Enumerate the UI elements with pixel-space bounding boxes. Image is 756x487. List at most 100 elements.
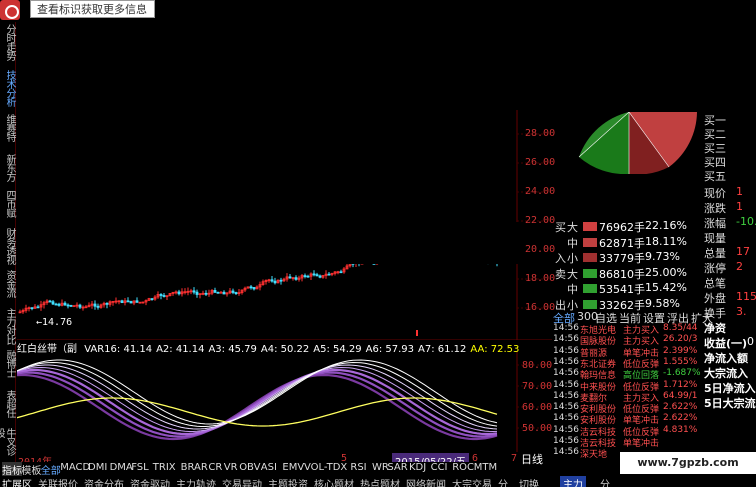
indicator-tick: 80.00 [522,360,553,371]
order-book-row: 卖大 86810手 25.00% [553,266,703,281]
indicator-tab-11[interactable]: OBV [239,462,260,473]
candle [285,273,289,282]
left-tab-1[interactable]: 技术分析 [1,70,15,106]
order-side: 买 [555,221,566,234]
bottom-right-tab-1[interactable]: 主力 [560,476,586,487]
candle [117,300,121,305]
left-tab-4[interactable]: 四币赋 [1,190,15,217]
list-item[interactable]: 14:56 国脉股份 主力买入 26.20/3 [553,334,703,345]
candle [138,301,142,304]
indicator-tab-0[interactable]: 指标 [2,462,22,477]
indicator-tab-12[interactable]: ASI [261,462,277,473]
price-tick: 26.00 [525,157,556,168]
bottom-tab-7[interactable]: 核心题材 [314,476,354,487]
list-item[interactable]: 14:56 普丽源 单笔冲击 2.399% [553,346,703,357]
left-tab-5[interactable]: 财务透视 [1,228,15,264]
list-name: 安利股份 [580,405,617,414]
bottom-tab-4[interactable]: 主力轨迹 [176,476,216,487]
bottom-tab-1[interactable]: 关联报价 [38,476,78,487]
indicator-tab-15[interactable]: RSI [350,462,366,473]
left-tab-6[interactable]: 资金流 [1,270,15,297]
list-type: 低位反弹 [623,359,660,368]
list-item[interactable]: 14:56 麦翻尔 主力买入 64.99/1 [553,391,703,402]
list-item[interactable]: 14:56 东北证券 低位反弹 1.555% [553,357,703,368]
indicator-tab-8[interactable]: BRAR [181,462,208,473]
bottom-tab-8[interactable]: 热点题材 [360,476,400,487]
order-volume: 86810手 [599,267,645,281]
left-tab-0[interactable]: 分时走势 [1,24,15,60]
indicator-tab-21[interactable]: MTM [474,462,497,473]
left-tab-7[interactable]: 主力对比 [1,308,15,344]
list-item[interactable]: 14:56 洁云科技 单笔冲击 [553,436,703,447]
order-level: 大 [567,267,578,281]
indicator-tab-17[interactable]: SAR [387,462,407,473]
bottom-tab-10[interactable]: 大宗交易 [452,476,492,487]
candle [318,274,322,279]
left-tab-3[interactable]: 新东方 [1,154,15,181]
indicator-tab-19[interactable]: CCI [431,462,448,473]
indicator-tab-bar: 指标 模板 全部 MACD DMI DMA FSL TRIX BRAR CR VR OBV ASI EMV… [0,462,553,477]
indicator-tab-18[interactable]: KDJ [409,462,426,473]
candle [174,290,178,295]
indicator-tab-5[interactable]: DMA [110,462,133,473]
bottom-right-tab-2[interactable]: 分 [600,476,610,487]
left-tab-2[interactable]: 维赛特 [1,114,15,141]
left-tab-10[interactable]: 牛叉诊股 [0,428,15,462]
indicator-tab-7[interactable]: TRIX [153,462,176,473]
candle [105,302,109,309]
list-value: 1.712% [663,379,698,390]
bottom-tab-2[interactable]: 资金分布 [84,476,124,487]
indicator-tab-3[interactable]: MACD [60,462,90,473]
order-swatch [583,222,597,231]
candle [63,301,67,306]
list-time: 14:56 [553,368,579,379]
indicator-tab-6[interactable]: FSL [131,462,149,473]
indicator-tab-4[interactable]: DMI [88,462,107,473]
order-book-row: 中 53541手 15.42% [553,281,703,296]
list-item[interactable]: 14:56 翰玛信息 高位回落 -1.687% [553,368,703,379]
order-volume: 62871手 [599,236,645,250]
list-item[interactable]: 14:56 洁云科技 低位反弹 4.831% [553,425,703,436]
indicator-tab-13[interactable]: EMV [282,462,304,473]
bottom-tab-5[interactable]: 交易异动 [222,476,262,487]
candle [228,288,232,295]
list-time: 14:56 [553,424,579,435]
watermark: www.7gpzb.com [620,452,756,474]
candle [297,275,301,282]
indicator-chart[interactable] [17,352,552,452]
indicator-tab-14[interactable]: VOL-TDX [304,462,347,473]
left-tab-9[interactable]: 表超任 [1,390,15,417]
indicator-tab-9[interactable]: CR [208,462,222,473]
bottom-right-tab-0[interactable]: 切换 [519,476,539,487]
list-type: 低位反弹 [623,427,660,436]
stat-label: 涨跌 [704,202,726,215]
bottom-tab-0[interactable]: 扩展区 [2,476,32,487]
app-logo[interactable] [0,0,20,20]
stat-label: 总笔 [704,277,726,290]
bottom-tab-6[interactable]: 主题投资 [268,476,308,487]
candle [183,288,187,295]
indicator-tab-20[interactable]: ROC [452,462,474,473]
indicator-tab-1[interactable]: 模板 [21,462,41,477]
period-label[interactable]: 日线 [521,451,543,467]
candle [135,297,139,303]
indicator-tab-2[interactable]: 全部 [41,462,61,477]
bottom-tab-9[interactable]: 网络新闻 [406,476,446,487]
candle [162,292,166,298]
order-percent: 9.73% [645,250,680,263]
list-item[interactable]: 14:56 中来股份 低位反弹 1.712% [553,380,703,391]
candle [159,293,163,300]
list-name: 中来股份 [580,382,617,391]
price-low-annotation: ←14.76 [36,317,73,328]
indicator-tab-16[interactable]: WR [372,462,389,473]
candle [219,290,223,294]
indicator-tab-10[interactable]: VR [224,462,238,473]
list-item[interactable]: 14:56 安利股份 单笔冲击 2.622% [553,413,703,424]
list-item[interactable]: 14:56 东旭光电 主力买入 8.35/44 [553,323,703,334]
list-value: 2.622% [663,413,698,424]
list-name: 安利股份 [580,416,617,425]
bottom-tab-11[interactable]: 分 [498,476,508,487]
bottom-tab-3[interactable]: 资金驱动 [130,476,170,487]
list-item[interactable]: 14:56 安利股份 低位反弹 2.622% [553,402,703,413]
left-tab-8[interactable]: 融博士 [1,350,15,377]
